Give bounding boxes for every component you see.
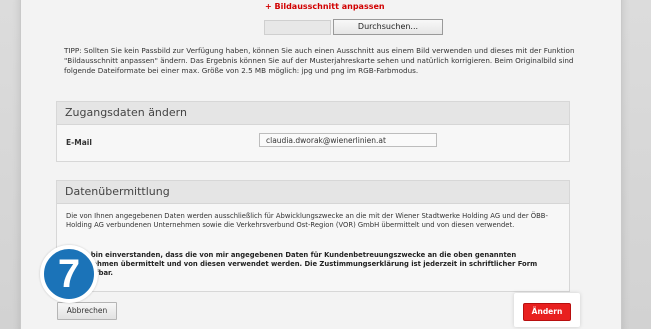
browse-button[interactable]: Durchsuchen...: [333, 19, 443, 35]
page: + Bildausschnitt anpassen Durchsuchen...…: [0, 0, 651, 329]
email-field[interactable]: claudia.dworak@wienerlinien.at: [259, 133, 437, 147]
photo-tip-text: TIPP: Sollten Sie kein Passbild zur Verf…: [64, 46, 575, 75]
file-path-field[interactable]: [264, 20, 331, 35]
submit-button[interactable]: Ändern: [523, 303, 571, 321]
email-label: E-Mail: [66, 138, 92, 147]
cancel-button[interactable]: Abbrechen: [57, 302, 117, 320]
privacy-section: Datenübermittlung Die von Ihnen angegebe…: [56, 180, 570, 292]
access-section: Zugangsdaten ändern E-Mail claudia.dwora…: [56, 101, 570, 162]
privacy-text: Die von Ihnen angegebenen Daten werden a…: [66, 212, 548, 229]
access-section-title: Zugangsdaten ändern: [57, 102, 569, 125]
crop-image-link[interactable]: + Bildausschnitt anpassen: [265, 2, 385, 11]
privacy-section-title: Datenübermittlung: [57, 181, 569, 204]
step-badge: 7: [40, 245, 98, 303]
consent-row[interactable]: Ich bin einverstanden, dass die von mir …: [66, 251, 546, 278]
consent-text: Ich bin einverstanden, dass die von mir …: [66, 251, 538, 277]
